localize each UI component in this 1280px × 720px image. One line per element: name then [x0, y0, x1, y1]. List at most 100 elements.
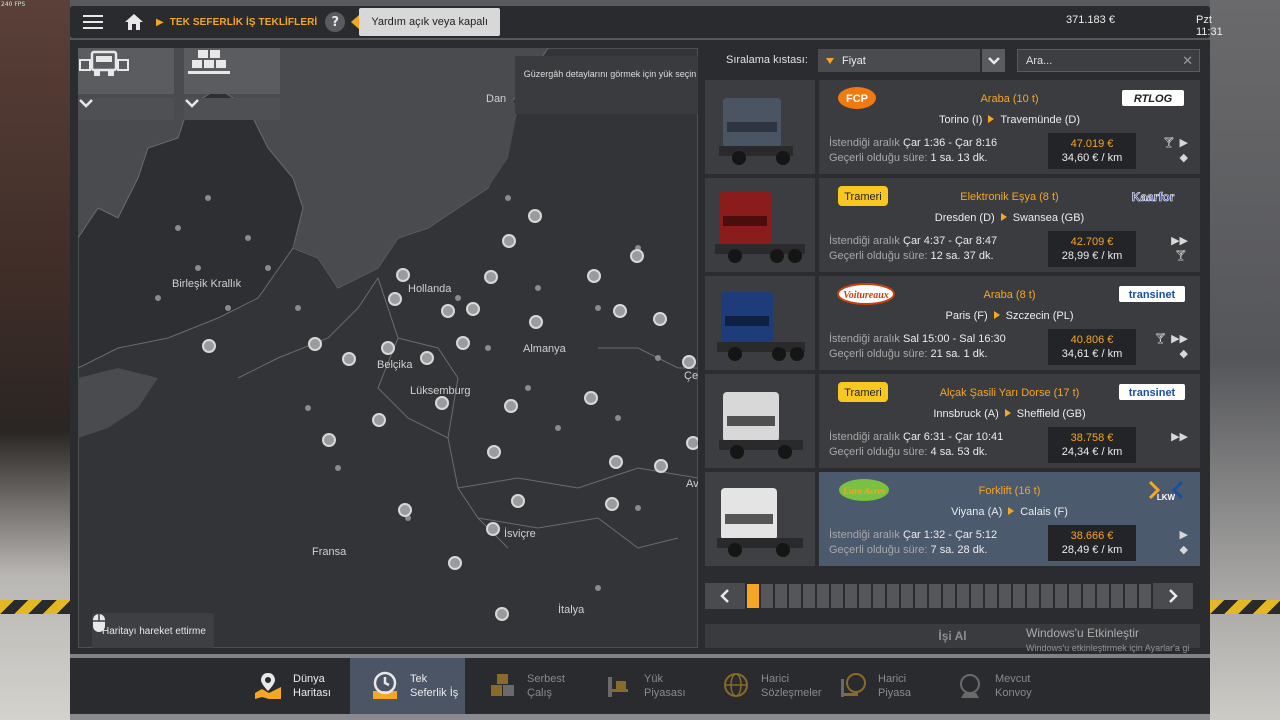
job-row[interactable]: FCP Araba (10 t) RTLOG Torino (I) Travemü…	[705, 80, 1200, 174]
page-indicator[interactable]	[943, 584, 955, 608]
page-indicator[interactable]	[859, 584, 871, 608]
cargo-filter-button[interactable]	[184, 48, 280, 94]
page-indicator[interactable]	[901, 584, 913, 608]
job-window: İstendiği aralık Çar 6:31 - Çar 10:41	[829, 431, 1004, 443]
breadcrumb-arrow-icon: ▶	[156, 16, 164, 28]
job-route: Innsbruck (A) Sheffield (GB)	[819, 408, 1200, 420]
sort-select[interactable]: Fiyat	[818, 49, 980, 72]
tab-label: Dünya Haritası	[293, 673, 331, 699]
page-indicator[interactable]	[831, 584, 843, 608]
job-price: 47.019 €	[1070, 138, 1114, 150]
page-indicator[interactable]	[971, 584, 983, 608]
tab-world-map[interactable]: Dünya Haritası	[233, 658, 348, 714]
route-from: Torino (I)	[938, 114, 983, 126]
route-from: Dresden (D)	[934, 212, 995, 224]
page-indicator[interactable]	[887, 584, 899, 608]
page-indicator[interactable]	[1055, 584, 1067, 608]
tab-cargo-market[interactable]: Yük Piyasası	[584, 658, 699, 714]
page-indicator[interactable]	[1013, 584, 1025, 608]
page-indicator[interactable]	[915, 584, 927, 608]
job-route: Torino (I) Travemünde (D)	[819, 114, 1200, 126]
page-indicator[interactable]	[803, 584, 815, 608]
express-icon: ▶▶	[1171, 234, 1188, 247]
job-window: İstendiği aralık Sal 15:00 - Sal 16:30	[829, 333, 1006, 345]
sort-value: Fiyat	[842, 54, 866, 67]
valuable-icon: ◆	[1179, 543, 1188, 556]
job-details: Trameri Elektronik Eşya (8 t) Kaarfor Dr…	[819, 178, 1200, 272]
page-indicator[interactable]	[761, 584, 773, 608]
job-row[interactable]: Trameri Alçak Şasili Yarı Dorse (17 t) t…	[705, 374, 1200, 468]
tab-label: Harici Sözleşmeler	[761, 673, 822, 699]
route-from: Paris (F)	[945, 310, 988, 322]
job-valid: Geçerli olduğu süre: 1 sa. 13 dk.	[829, 152, 988, 164]
job-attributes: ▶▶	[1171, 430, 1188, 443]
prev-page-button[interactable]	[705, 583, 745, 609]
tab-single-job[interactable]: Tek Seferlik İş	[350, 658, 465, 714]
search-input[interactable]: Ara... ✕	[1017, 49, 1200, 72]
client-logo: transinet	[1118, 380, 1186, 404]
sort-label: Sıralama kıstası:	[726, 54, 808, 66]
page-indicator[interactable]	[999, 584, 1011, 608]
tab-external-market[interactable]: Harici Piyasa	[818, 658, 933, 714]
job-attributes: 🍸︎ ▶▶ ◆	[1154, 332, 1188, 360]
job-row-selected[interactable]: Euro Acres Forklift (16 t) LKW Viyana (A…	[705, 472, 1200, 566]
route-to: Szczecin (PL)	[1005, 310, 1074, 322]
tab-freelance[interactable]: Serbest Çalış	[467, 658, 582, 714]
truck-thumbnail	[705, 80, 815, 174]
tab-label: Mevcut Konvoy	[995, 673, 1032, 699]
map-label-lu: Lüksemburg	[410, 385, 471, 397]
page-indicator[interactable]	[1027, 584, 1039, 608]
world-map[interactable]: Güzergâh detaylarını görmek için yük seç…	[78, 48, 698, 648]
chevron-down-icon	[79, 99, 93, 108]
job-row[interactable]: Voitureaux Araba (8 t) transinet Paris (…	[705, 276, 1200, 370]
clear-search-icon[interactable]: ✕	[1182, 53, 1193, 69]
page-indicator[interactable]	[957, 584, 969, 608]
map-label-dan: Dan	[486, 93, 507, 105]
cargo-filter-dropdown[interactable]	[184, 98, 280, 120]
clock-icon	[370, 671, 400, 701]
breadcrumb-title: TEK SEFERLİK İŞ TEKLİFLERİ	[169, 16, 318, 28]
page-indicator[interactable]	[1097, 584, 1109, 608]
job-valid: Geçerli olduğu süre: 4 sa. 53 dk.	[829, 446, 988, 458]
job-details: Euro Acres Forklift (16 t) LKW Viyana (A…	[819, 472, 1200, 566]
tab-label: Serbest Çalış	[527, 673, 565, 699]
job-price-per-km: 28,99 € / km	[1061, 250, 1123, 262]
job-valid: Geçerli olduğu süre: 12 sa. 37 dk.	[829, 250, 994, 262]
page-indicator-current[interactable]	[747, 584, 759, 608]
svg-text:RTLOG: RTLOG	[1134, 93, 1173, 105]
page-indicator[interactable]	[873, 584, 885, 608]
bottom-navigation: Dünya Haritası Tek Seferlik İş Serbest Ç…	[70, 658, 1210, 714]
page-indicator[interactable]	[1125, 584, 1137, 608]
page-indicator[interactable]	[1069, 584, 1081, 608]
job-row[interactable]: Trameri Elektronik Eşya (8 t) Kaarfor Dr…	[705, 178, 1200, 272]
route-arrow-icon	[1000, 213, 1007, 221]
page-indicator[interactable]	[789, 584, 801, 608]
page-indicator[interactable]	[817, 584, 829, 608]
express-icon: ▶▶	[1171, 430, 1188, 443]
page-indicator[interactable]	[1083, 584, 1095, 608]
job-price: 38.666 €	[1070, 530, 1114, 542]
route-to: Calais (F)	[1020, 506, 1068, 518]
sort-dropdown-button[interactable]	[982, 49, 1005, 72]
page-indicator[interactable]	[1139, 584, 1151, 608]
page-indicator[interactable]	[845, 584, 857, 608]
truck-filter-dropdown[interactable]	[78, 98, 174, 120]
page-indicator[interactable]	[775, 584, 787, 608]
page-indicator[interactable]	[1041, 584, 1053, 608]
mouse-icon	[93, 614, 105, 632]
page-indicator[interactable]	[985, 584, 997, 608]
home-icon[interactable]	[116, 6, 152, 38]
help-button[interactable]: ?	[325, 12, 346, 32]
page-indicator[interactable]	[1111, 584, 1123, 608]
map-label-uk: Birleşik Krallık	[172, 278, 242, 290]
money-balance: 371.183 €	[1066, 14, 1115, 26]
tab-external-contracts[interactable]: Harici Sözleşmeler	[701, 658, 822, 714]
menu-icon[interactable]	[70, 6, 116, 38]
job-window: İstendiği aralık Çar 4:37 - Çar 8:47	[829, 235, 998, 247]
page-indicator[interactable]	[929, 584, 941, 608]
valuable-icon: ◆	[1179, 151, 1188, 164]
route-arrow-icon	[993, 311, 1000, 319]
truck-filter-button[interactable]	[78, 48, 174, 94]
tab-convoy[interactable]: Mevcut Konvoy	[935, 658, 1050, 714]
next-page-button[interactable]	[1153, 583, 1193, 609]
